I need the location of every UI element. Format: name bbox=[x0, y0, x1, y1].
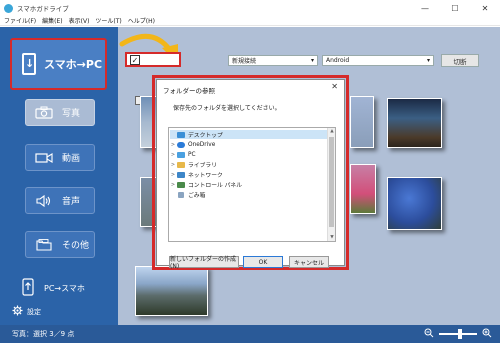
minimize-button[interactable]: — bbox=[410, 0, 440, 16]
folder-icon bbox=[34, 238, 54, 252]
settings-button[interactable]: 設定 bbox=[12, 305, 41, 318]
new-folder-button[interactable]: 新しいフォルダーの作成(N) bbox=[169, 256, 239, 270]
pc-to-phone-label: PC→スマホ bbox=[44, 283, 85, 293]
zoom-slider[interactable] bbox=[439, 329, 477, 339]
category-other-label: その他 bbox=[62, 241, 90, 251]
photo-thumbnail[interactable] bbox=[387, 177, 442, 230]
cloud-icon bbox=[177, 141, 185, 148]
phone-to-pc-label: スマホ→PC bbox=[44, 58, 103, 71]
close-button[interactable]: ✕ bbox=[470, 0, 500, 16]
tree-item-label: ごみ箱 bbox=[188, 193, 206, 199]
photo-thumbnail[interactable] bbox=[135, 266, 208, 316]
dialog-close-button[interactable]: ✕ bbox=[331, 82, 338, 91]
menu-edit[interactable]: 編集(E) bbox=[42, 16, 62, 25]
desktop-icon bbox=[177, 131, 185, 138]
settings-label: 設定 bbox=[27, 307, 41, 316]
tree-item-label: OneDrive bbox=[188, 141, 216, 148]
chevron-down-icon: ▾ bbox=[426, 57, 430, 64]
ok-button[interactable]: OK bbox=[243, 256, 283, 268]
tree-item-onedrive[interactable]: > OneDrive bbox=[170, 140, 215, 149]
category-photo-button[interactable]: 写真 bbox=[25, 99, 95, 126]
category-other-button[interactable]: その他 bbox=[25, 231, 95, 258]
dialog-message: 保存先のフォルダを選択してください。 bbox=[173, 105, 281, 112]
menu-bar: ファイル(F) 編集(E) 表示(V) ツール(T) ヘルプ(H) bbox=[0, 16, 500, 26]
network-icon bbox=[177, 171, 185, 178]
category-video-label: 動画 bbox=[62, 154, 81, 164]
zoom-in-icon[interactable] bbox=[482, 328, 492, 340]
window-title: スマホガドライブ bbox=[17, 5, 69, 13]
tree-scrollbar[interactable]: ▲ ▼ bbox=[327, 128, 335, 241]
chevron-right-icon[interactable]: > bbox=[170, 142, 176, 148]
tree-item-label: ネットワーク bbox=[188, 173, 223, 179]
photo-thumbnail[interactable] bbox=[350, 164, 376, 214]
select-all-toggle[interactable]: ✓ bbox=[125, 52, 181, 67]
photo-thumbnail[interactable] bbox=[350, 96, 374, 148]
scroll-down-icon[interactable]: ▼ bbox=[328, 235, 336, 240]
cancel-button[interactable]: キャンセル bbox=[289, 256, 329, 268]
menu-view[interactable]: 表示(V) bbox=[69, 16, 90, 25]
folder-browse-dialog: フォルダーの参照 ✕ 保存先のフォルダを選択してください。 デスクトップ > O… bbox=[156, 79, 345, 270]
tree-item-network[interactable]: > ネットワーク bbox=[170, 170, 223, 179]
scrollbar-thumb[interactable] bbox=[329, 137, 334, 227]
chevron-right-icon[interactable]: > bbox=[170, 152, 176, 158]
chevron-right-icon[interactable]: > bbox=[170, 172, 176, 178]
tree-item-label: ライブラリ bbox=[188, 163, 217, 169]
maximize-button[interactable]: ☐ bbox=[440, 0, 470, 16]
category-photo-label: 写真 bbox=[62, 109, 81, 119]
device-select-value: Android bbox=[326, 57, 350, 64]
category-audio-label: 音声 bbox=[62, 197, 81, 207]
zoom-control bbox=[424, 328, 492, 340]
chevron-right-icon[interactable]: > bbox=[170, 162, 176, 168]
select-all-checkbox[interactable]: ✓ bbox=[130, 54, 140, 65]
trash-icon bbox=[178, 191, 184, 198]
tree-item-desktop[interactable]: デスクトップ bbox=[170, 130, 327, 139]
app-icon bbox=[4, 3, 13, 13]
gear-icon bbox=[12, 305, 23, 318]
tree-item-label: デスクトップ bbox=[188, 133, 223, 139]
phone-upload-icon bbox=[22, 278, 34, 298]
window-controls: — ☐ ✕ bbox=[410, 0, 500, 16]
category-video-button[interactable]: 動画 bbox=[25, 144, 95, 171]
connection-select[interactable]: 新規接続 ▾ bbox=[228, 55, 318, 66]
tree-item-label: PC bbox=[188, 151, 196, 158]
dialog-title: フォルダーの参照 bbox=[163, 87, 215, 95]
title-bar: スマホガドライブ — ☐ ✕ bbox=[0, 0, 500, 16]
folder-tree[interactable]: デスクトップ > OneDrive > PC > ライブラリ > ネットワーク … bbox=[168, 127, 336, 242]
zoom-out-icon[interactable] bbox=[424, 328, 434, 340]
tree-item-control-panel[interactable]: > コントロール パネル bbox=[170, 180, 242, 189]
menu-tools[interactable]: ツール(T) bbox=[95, 16, 121, 25]
chevron-right-icon[interactable]: > bbox=[170, 182, 176, 188]
library-icon bbox=[177, 161, 185, 168]
speaker-icon bbox=[34, 194, 54, 208]
phone-to-pc-button[interactable]: スマホ→PC bbox=[10, 38, 107, 90]
menu-file[interactable]: ファイル(F) bbox=[4, 16, 36, 25]
camera-icon bbox=[34, 106, 54, 119]
computer-icon bbox=[177, 151, 185, 158]
phone-download-icon bbox=[22, 53, 36, 75]
device-select[interactable]: Android ▾ bbox=[322, 55, 434, 66]
menu-help[interactable]: ヘルプ(H) bbox=[128, 16, 155, 25]
disconnect-button[interactable]: 切断 bbox=[441, 54, 479, 67]
selection-status: 写真：選択 3／9 点 bbox=[12, 330, 75, 338]
tree-item-pc[interactable]: > PC bbox=[170, 150, 196, 159]
scroll-up-icon[interactable]: ▲ bbox=[328, 129, 336, 134]
tree-item-recycle-bin[interactable]: ごみ箱 bbox=[170, 190, 205, 199]
control-panel-icon bbox=[177, 181, 185, 188]
category-audio-button[interactable]: 音声 bbox=[25, 187, 95, 214]
photo-thumbnail[interactable] bbox=[387, 98, 442, 148]
tree-item-label: コントロール パネル bbox=[188, 183, 243, 189]
chevron-down-icon: ▾ bbox=[310, 57, 314, 64]
zoom-slider-thumb[interactable] bbox=[457, 329, 462, 339]
connection-select-value: 新規接続 bbox=[232, 58, 257, 65]
video-camera-icon bbox=[34, 152, 54, 164]
pc-to-phone-button[interactable]: PC→スマホ bbox=[22, 278, 85, 298]
tree-item-library[interactable]: > ライブラリ bbox=[170, 160, 217, 169]
